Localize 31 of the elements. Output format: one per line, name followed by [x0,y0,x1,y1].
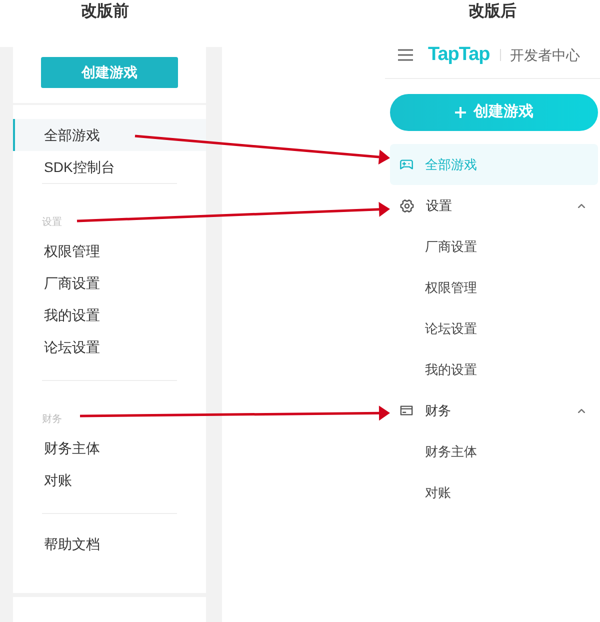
gear-icon [400,198,414,212]
menu-item[interactable]: 权限管理 [13,235,206,267]
menu-item[interactable]: 论坛设置 [13,331,206,363]
nav-item[interactable]: 权限管理 [390,267,598,308]
header-subtitle: 开发者中心 [510,46,580,65]
menu-item[interactable]: 全部游戏 [13,119,206,151]
section-heading: 财务 [42,414,62,425]
nav-item[interactable]: 我的设置 [390,349,598,390]
logo: TapTap [428,43,490,67]
menu-item[interactable]: 我的设置 [13,299,206,331]
nav-item[interactable]: 对账 [390,472,598,513]
menu-item[interactable]: 对账 [13,464,206,496]
menu-item[interactable]: 厂商设置 [13,267,206,299]
panel-title: 改版前 [81,2,129,22]
menu-item[interactable]: 财务主体 [13,432,206,464]
section-heading: 设置 [42,217,62,228]
nav-item[interactable]: 论坛设置 [390,308,598,349]
plus-icon [454,107,466,118]
nav-item[interactable]: 设置 [390,185,598,226]
nav-label: 财务 [425,402,451,420]
nav-item[interactable]: 厂商设置 [390,226,598,267]
nav-item[interactable]: 财务主体 [390,431,598,472]
gamepad-icon [400,158,413,171]
nav-label: 全部游戏 [425,156,477,174]
menu-icon[interactable] [398,49,413,61]
card-icon [400,404,413,417]
menu-item[interactable]: SDK控制台 [13,151,206,183]
panel-title: 改版后 [468,2,516,22]
menu-item[interactable]: 帮助文档 [13,528,206,560]
nav-label: 设置 [426,196,452,214]
nav-item[interactable]: 财务 [390,390,598,431]
